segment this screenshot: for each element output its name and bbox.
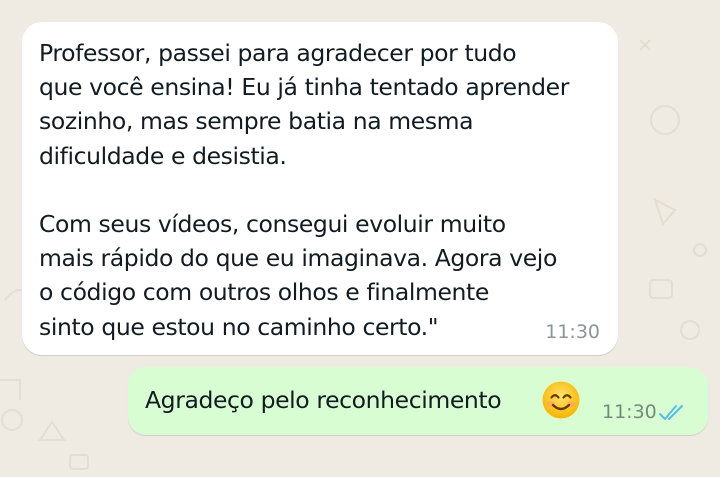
incoming-message-text: Professor, passei para agradecer por tud…: [39, 39, 569, 341]
smiling-face-emoji-icon: [542, 381, 580, 419]
incoming-message-time: 11:30: [545, 321, 600, 343]
incoming-message-bubble[interactable]: Professor, passei para agradecer por tud…: [22, 22, 618, 355]
outgoing-message-text: Agradeço pelo reconhecimento: [145, 386, 502, 414]
outgoing-message-bubble[interactable]: Agradeço pelo reconhecimento 11:30: [128, 367, 708, 435]
outgoing-message-time: 11:30: [602, 401, 657, 423]
double-check-read-icon: [659, 405, 683, 420]
